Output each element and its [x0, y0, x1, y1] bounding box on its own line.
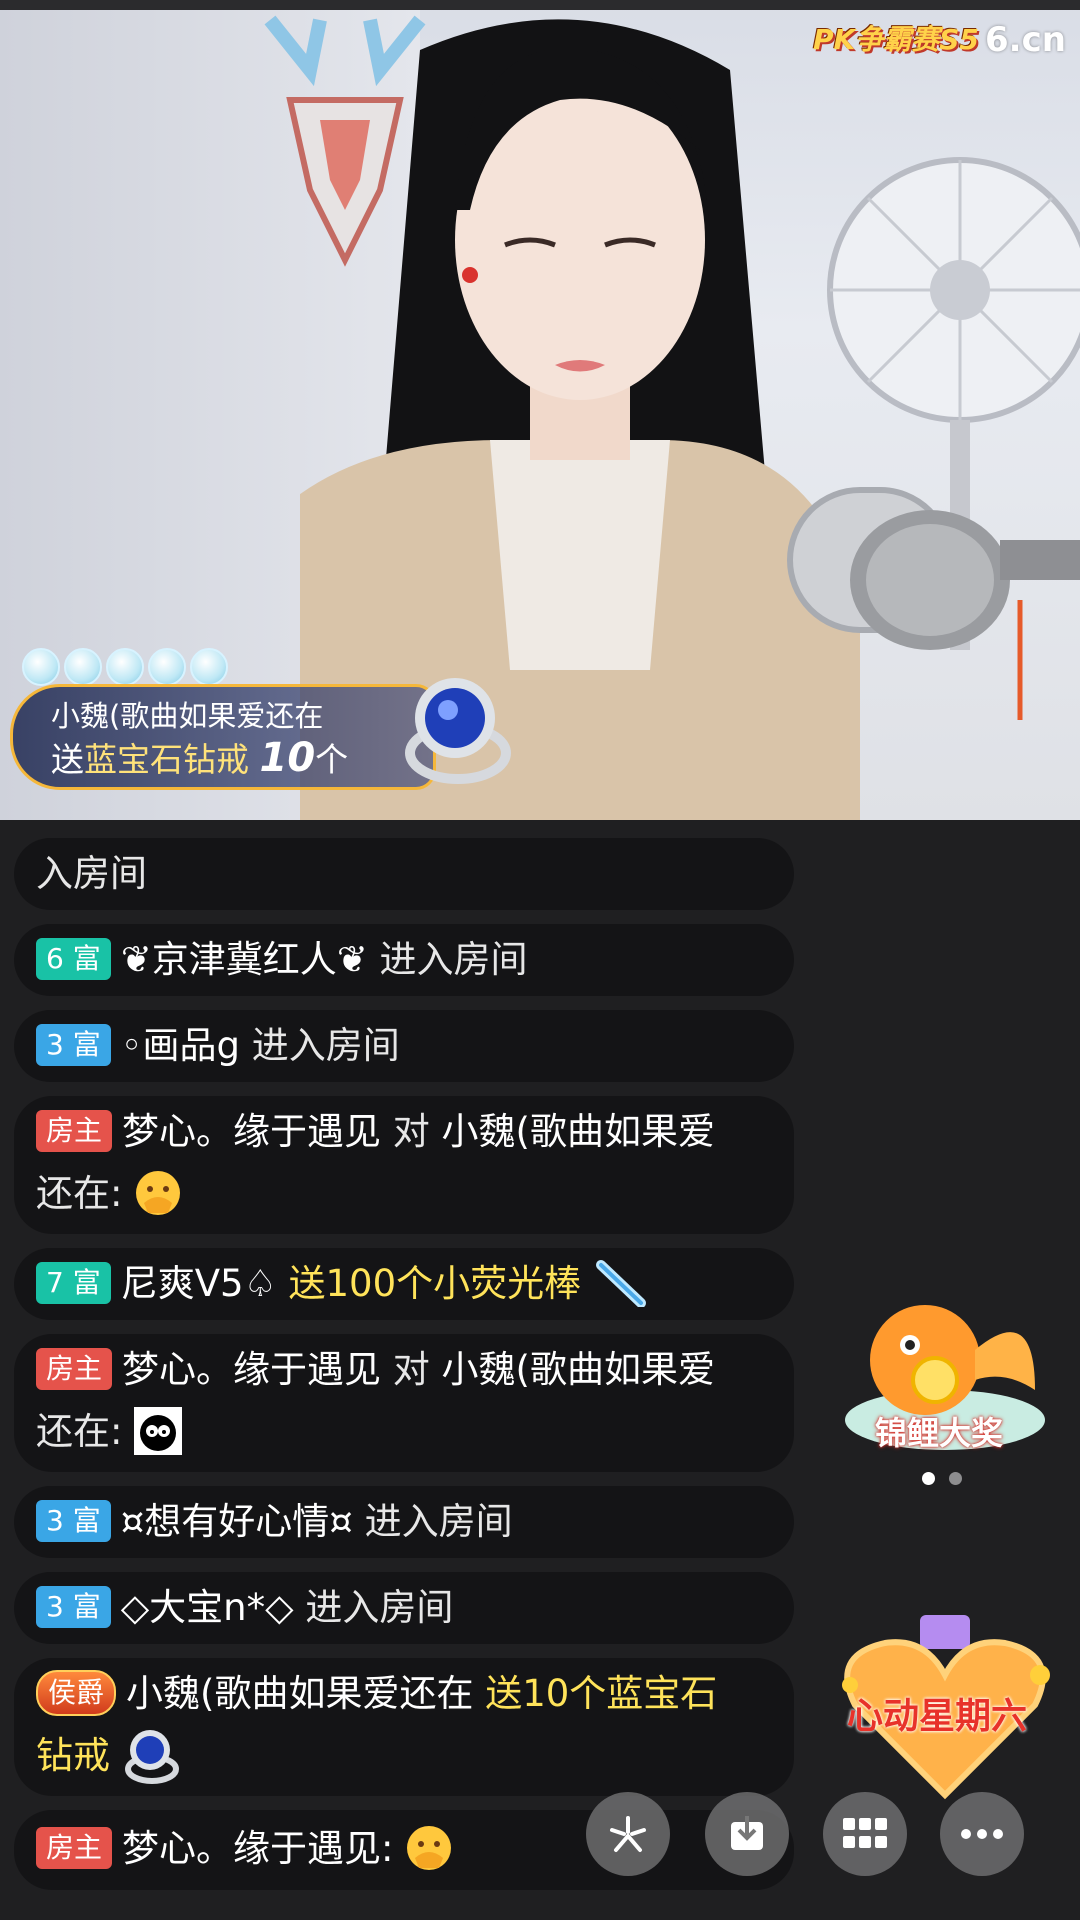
gift-count: 10 [259, 735, 316, 781]
combo-bubble [190, 648, 228, 686]
chat-gift-text-cont: 钻戒 [36, 1734, 110, 1777]
chat-target[interactable]: 小魏(歌曲如果爱 [442, 1110, 715, 1153]
site-logo: 6.cn [985, 20, 1066, 60]
chat-username[interactable]: ◇大宝n*◇ [121, 1586, 294, 1629]
heart-saturday-promo[interactable]: 心动星期六 [835, 1615, 1055, 1805]
chat-text: 进入房间 [305, 1586, 454, 1629]
shy-face-emoji-icon [407, 1825, 452, 1870]
pager-dot-active [922, 1472, 935, 1485]
chat-message: 3 富 ¤想有好心情¤ 进入房间 [14, 1486, 794, 1558]
more-button[interactable] [940, 1792, 1024, 1876]
promo-pager [922, 1472, 962, 1485]
chat-text: 还在: [36, 1172, 123, 1215]
gift-banner: 小魏(歌曲如果爱还在 送蓝宝石钻戒 10个 [10, 684, 436, 790]
combo-bubble [22, 648, 60, 686]
wealth-badge: 3 富 [36, 1023, 111, 1066]
sapphire-ring-icon [405, 678, 511, 784]
chat-message: 7 富尼爽V5♤ 送100个小荧光棒 [14, 1248, 794, 1320]
chat-target[interactable]: 小魏(歌曲如果爱 [442, 1348, 715, 1391]
chat-username[interactable]: 梦心。缘于遇见: [122, 1827, 393, 1870]
chat-text: 进入房间 [379, 938, 528, 981]
koi-prize-label: 锦鲤大奖 [875, 1414, 1004, 1452]
chat-text: 入房间 [36, 852, 147, 895]
gift-send-word: 送 [51, 740, 84, 779]
gift-combo-bubbles [22, 648, 228, 686]
glow-stick-icon [595, 1259, 646, 1307]
sparkle-button[interactable] [586, 1792, 670, 1876]
chat-username[interactable]: ❦京津冀红人❦ [121, 938, 368, 981]
microphone [787, 487, 1080, 720]
chat-username[interactable]: ◦画品g [121, 1024, 240, 1067]
pager-dot [949, 1472, 962, 1485]
sapphire-ring-icon [124, 1729, 179, 1784]
chat-text: 进入房间 [251, 1024, 400, 1067]
noble-badge: 侯爵 [36, 1669, 117, 1716]
heart-saturday-label: 心动星期六 [847, 1696, 1028, 1737]
status-strip [0, 0, 1080, 10]
chat-username[interactable]: 小魏(歌曲如果爱还在 [126, 1672, 473, 1715]
chat-message: 房主 梦心。缘于遇见 对 小魏(歌曲如果爱 还在: [14, 1334, 794, 1472]
download-icon [731, 1816, 763, 1850]
pk-contest-logo: PK争霸赛S5 [813, 23, 979, 56]
wealth-badge: 3 富 [36, 1499, 111, 1542]
chat-message: 房主 梦心。缘于遇见: [14, 1810, 794, 1890]
koi-prize-promo[interactable]: 锦鲤大奖 [835, 1280, 1055, 1460]
apps-grid-button[interactable] [823, 1792, 907, 1876]
combo-bubble [106, 648, 144, 686]
combo-bubble [148, 648, 186, 686]
gift-detail: 送蓝宝石钻戒 10个 [51, 733, 348, 781]
shy-face-emoji-icon [136, 1170, 181, 1215]
more-icon [961, 1829, 1003, 1839]
gift-name: 蓝宝石钻戒 [84, 740, 249, 779]
gift-sender: 小魏(歌曲如果爱还在 [51, 699, 324, 733]
chat-gift-text: 送10个蓝宝石 [485, 1672, 718, 1715]
owner-badge: 房主 [36, 1109, 113, 1152]
chat-message: 入房间 [14, 838, 794, 910]
wealth-badge: 7 富 [36, 1261, 111, 1304]
chat-to: 对 [392, 1348, 430, 1391]
chat-username[interactable]: 梦心。缘于遇见 [122, 1110, 381, 1153]
chat-text: 还在: [36, 1410, 123, 1453]
live-video[interactable]: PK争霸赛S5 6.cn 小魏(歌曲如果爱还在 送蓝宝石钻戒 10个 [0, 0, 1080, 820]
wealth-badge: 6 富 [36, 937, 111, 980]
chat-message: 3 富 ◦画品g 进入房间 [14, 1010, 794, 1082]
combo-bubble [64, 648, 102, 686]
owner-badge: 房主 [36, 1347, 113, 1390]
chat-username[interactable]: 尼爽V5♤ [121, 1262, 277, 1305]
grid-icon [843, 1818, 887, 1848]
chat-username[interactable]: 梦心。缘于遇见 [122, 1348, 381, 1391]
chat-username[interactable]: ¤想有好心情¤ [121, 1500, 353, 1543]
sparkle-icon [610, 1816, 646, 1852]
gift-unit: 个 [315, 740, 349, 779]
chat-message: 6 富 ❦京津冀红人❦ 进入房间 [14, 924, 794, 996]
chat-to: 对 [392, 1110, 430, 1153]
download-button[interactable] [705, 1792, 789, 1876]
owner-badge: 房主 [36, 1826, 113, 1869]
chat-message: 侯爵 小魏(歌曲如果爱还在 送10个蓝宝石 钻戒 [14, 1658, 794, 1796]
cartoon-face-sticker-icon [134, 1406, 183, 1455]
chat-message: 房主 梦心。缘于遇见 对 小魏(歌曲如果爱 还在: [14, 1096, 794, 1234]
chat-text: 进入房间 [364, 1500, 513, 1543]
chat-gift-text: 送100个小荧光棒 [288, 1262, 582, 1305]
wealth-badge: 3 富 [36, 1585, 111, 1628]
chat-message: 3 富 ◇大宝n*◇ 进入房间 [14, 1572, 794, 1644]
